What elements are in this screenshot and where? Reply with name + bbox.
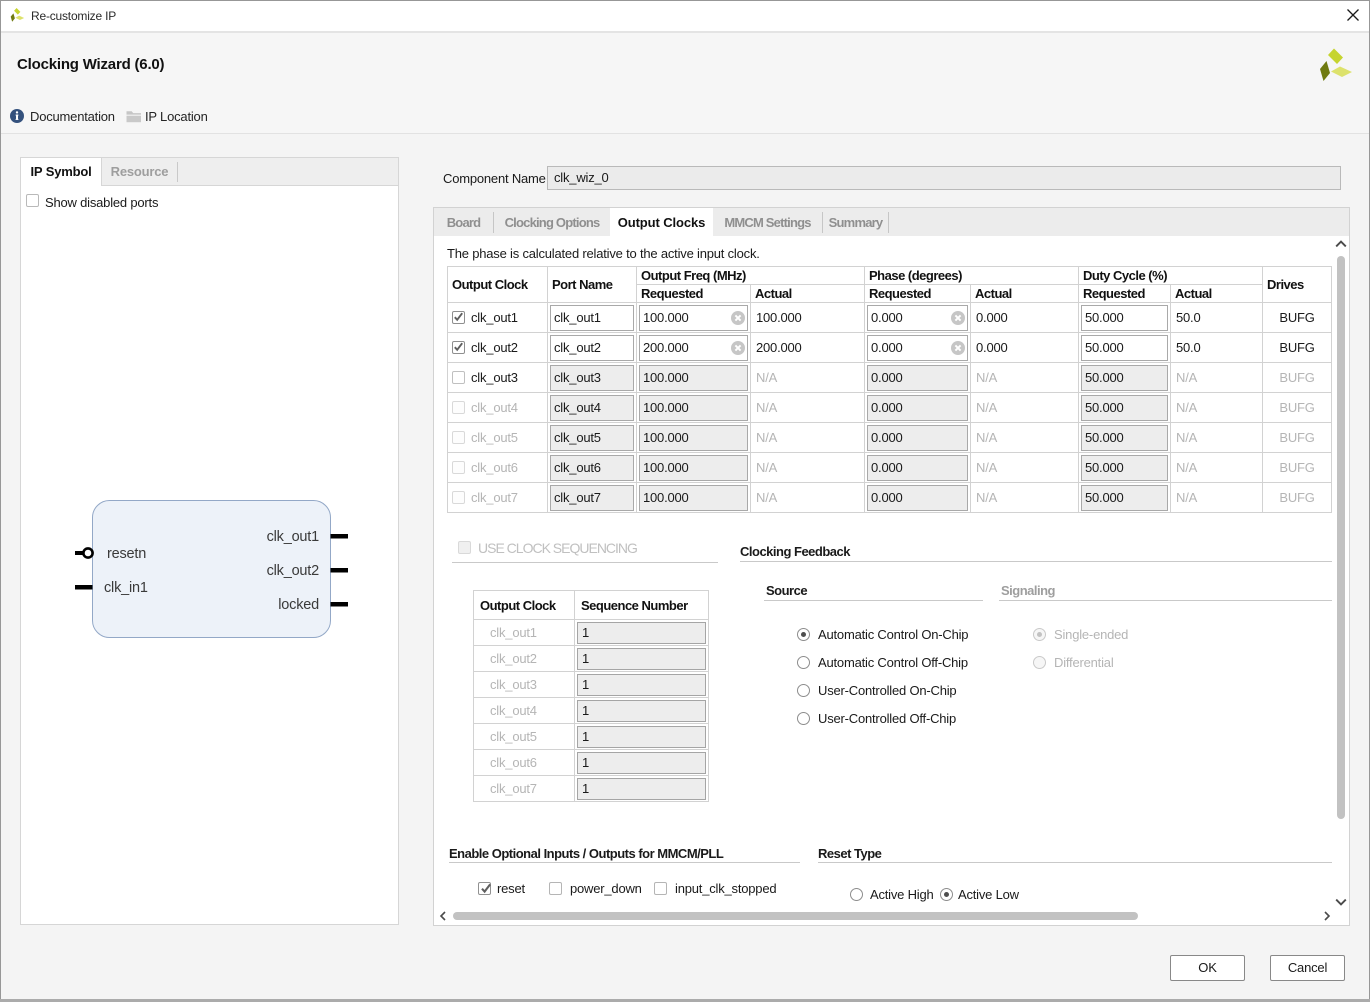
svg-text:clk_in1: clk_in1 (104, 580, 148, 596)
svg-text:clk_out2: clk_out2 (267, 563, 320, 579)
svg-text:clk_out1: clk_out1 (267, 529, 320, 545)
svg-text:locked: locked (278, 597, 319, 613)
svg-text:resetn: resetn (107, 546, 146, 562)
